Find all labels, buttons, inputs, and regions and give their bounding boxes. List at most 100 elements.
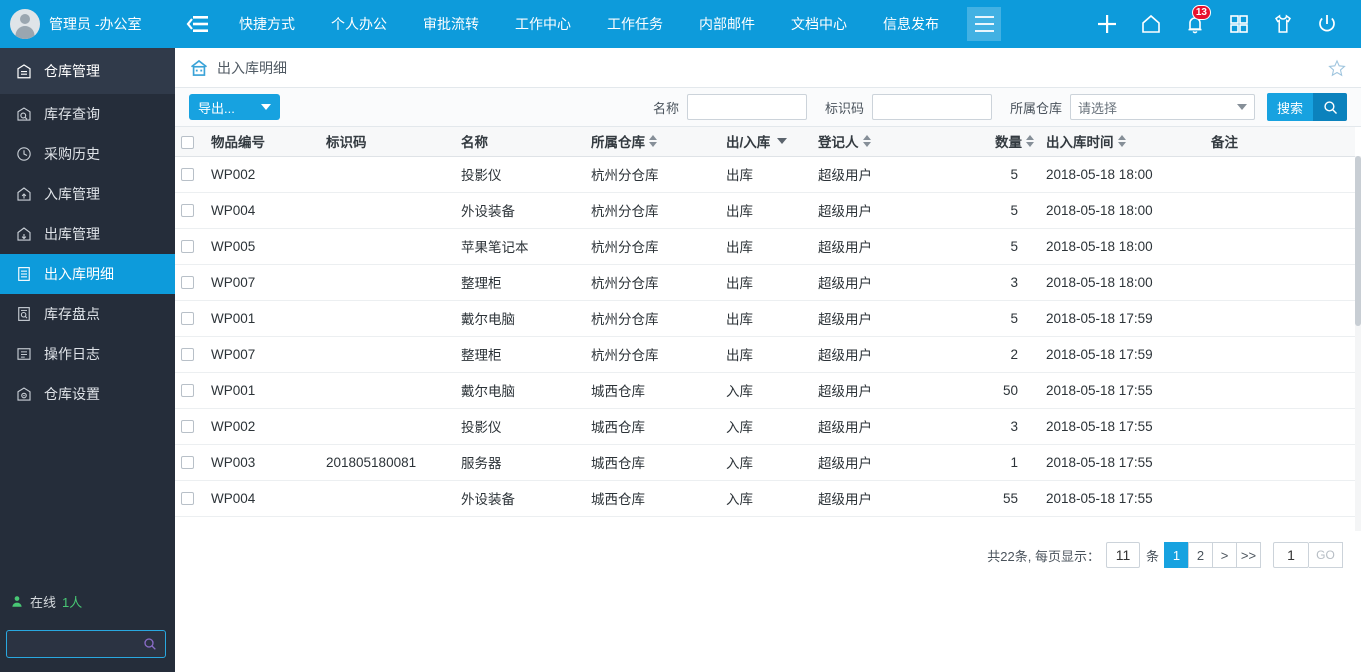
page-button-2[interactable]: 2 [1188,542,1213,568]
next-page-button[interactable]: > [1212,542,1237,568]
power-icon[interactable] [1307,0,1347,48]
sidebar-header[interactable]: 仓库管理 [0,48,175,94]
cell-io-time: 2018-05-18 18:00 [1040,192,1205,229]
sidebar-item-outbound[interactable]: 出库管理 [0,214,175,254]
nav-link-7[interactable]: 信息发布 [865,0,957,48]
name-filter-input[interactable] [686,94,807,120]
cell-name: 苹果笔记本 [455,228,585,265]
search-button[interactable]: 搜索 [1266,93,1347,121]
warehouse-filter-group: 所属仓库 请选择 [1010,94,1255,120]
export-button[interactable]: 导出... [189,94,280,120]
nav-link-1[interactable]: 个人办公 [313,0,405,48]
cell-io-time: 2018-05-18 17:55 [1040,408,1205,445]
sidebar-item-label: 入库管理 [44,186,100,202]
row-checkbox[interactable] [181,276,194,290]
th-registrant[interactable]: 登记人 [812,127,930,157]
th-io-type[interactable]: 出/入库 [720,127,812,157]
nav-link-6[interactable]: 文档中心 [773,0,865,48]
page-size-input[interactable] [1105,542,1140,568]
th-quantity[interactable]: 数量 [930,127,1040,157]
table-scrollbar[interactable] [1355,156,1361,531]
detail-list-icon [18,267,30,281]
top-nav-links: 快捷方式 个人办公 审批流转 工作中心 工作任务 内部邮件 文档中心 信息发布 [221,0,957,48]
sidebar-search-box[interactable] [6,630,166,658]
code-filter-input[interactable] [871,94,992,120]
cell-io-type: 入库 [720,408,812,445]
search-icon[interactable] [142,636,158,652]
sort-arrows-icon[interactable] [1026,135,1034,148]
cell-io-time: 2018-05-18 17:55 [1040,480,1205,517]
sidebar-item-purchase-history[interactable]: 采购历史 [0,134,175,174]
table-row[interactable]: WP001 戴尔电脑 杭州分仓库 出库 超级用户 5 2018-05-18 17… [175,300,1355,337]
star-outline-icon[interactable] [1327,58,1347,78]
row-checkbox[interactable] [181,240,194,254]
table-row[interactable]: WP002 投影仪 城西仓库 入库 超级用户 3 2018-05-18 17:5… [175,408,1355,445]
warehouse-select[interactable]: 请选择 [1069,94,1255,120]
row-checkbox[interactable] [181,168,194,182]
table-row[interactable]: WP007 整理柜 杭州分仓库 出库 超级用户 2 2018-05-18 17:… [175,336,1355,373]
sort-arrows-icon[interactable] [649,135,657,148]
cell-quantity: 3 [930,408,1040,445]
cell-item-no: WP002 [205,156,320,193]
user-block[interactable]: 管理员 -办公室 [0,0,175,48]
menu-collapse-icon[interactable] [175,0,221,48]
table-row[interactable]: WP005 苹果笔记本 杭州分仓库 出库 超级用户 5 2018-05-18 1… [175,228,1355,265]
nav-link-3[interactable]: 工作中心 [497,0,589,48]
cell-item-no: WP004 [205,480,320,517]
row-checkbox-cell [175,444,205,481]
row-checkbox-cell [175,192,205,229]
row-checkbox[interactable] [181,492,194,506]
cell-registrant: 超级用户 [812,228,930,265]
last-page-button[interactable]: >> [1236,542,1261,568]
table-row[interactable]: WP004 外设装备 城西仓库 入库 超级用户 55 2018-05-18 17… [175,480,1355,517]
sort-arrows-icon[interactable] [862,135,871,148]
row-checkbox[interactable] [181,204,194,218]
cell-io-time: 2018-05-18 17:55 [1040,444,1205,481]
nav-link-4[interactable]: 工作任务 [589,0,681,48]
grid-apps-icon[interactable] [1219,0,1259,48]
cell-registrant: 超级用户 [812,444,930,481]
chevron-down-icon[interactable] [777,138,788,145]
settings-warehouse-icon [17,387,31,401]
cell-io-type: 入库 [720,372,812,409]
table-row[interactable]: WP004 外设装备 杭州分仓库 出库 超级用户 5 2018-05-18 18… [175,192,1355,229]
nav-link-2[interactable]: 审批流转 [405,0,497,48]
log-icon [17,348,31,360]
bell-icon[interactable]: 13 [1175,0,1215,48]
sidebar-item-inventory-query[interactable]: 库存查询 [0,94,175,134]
nav-link-5[interactable]: 内部邮件 [681,0,773,48]
row-checkbox[interactable] [181,456,194,470]
home-icon[interactable] [1131,0,1171,48]
row-checkbox[interactable] [181,312,194,326]
select-all-checkbox[interactable] [181,135,194,149]
scrollbar-thumb[interactable] [1355,156,1361,326]
cell-note [1205,444,1355,481]
sidebar-item-operation-log[interactable]: 操作日志 [0,334,175,374]
sidebar-item-warehouse-settings[interactable]: 仓库设置 [0,374,175,414]
cell-quantity: 5 [930,228,1040,265]
row-checkbox[interactable] [181,348,194,362]
hamburger-icon[interactable] [967,7,1001,41]
table-row[interactable]: WP002 投影仪 杭州分仓库 出库 超级用户 5 2018-05-18 18:… [175,156,1355,193]
cell-code [320,408,455,445]
shirt-theme-icon[interactable] [1263,0,1303,48]
table-row[interactable]: WP001 戴尔电脑 城西仓库 入库 超级用户 50 2018-05-18 17… [175,372,1355,409]
inbound-icon [17,187,31,201]
sidebar-search-input[interactable] [7,631,137,657]
th-io-time[interactable]: 出入库时间 [1040,127,1205,157]
th-warehouse[interactable]: 所属仓库 [585,127,720,157]
sidebar-item-inbound[interactable]: 入库管理 [0,174,175,214]
row-checkbox[interactable] [181,384,194,398]
row-checkbox[interactable] [181,420,194,434]
name-filter-group: 名称 [653,94,807,120]
go-button[interactable]: GO [1309,542,1343,568]
table-row[interactable]: WP003 201805180081 服务器 城西仓库 入库 超级用户 1 20… [175,444,1355,481]
sort-arrows-icon[interactable] [1117,135,1126,148]
page-button-1[interactable]: 1 [1164,542,1189,568]
page-jump-input[interactable] [1273,542,1309,568]
sidebar-item-stocktake[interactable]: 库存盘点 [0,294,175,334]
plus-icon[interactable] [1087,0,1127,48]
nav-link-0[interactable]: 快捷方式 [221,0,313,48]
table-row[interactable]: WP007 整理柜 杭州分仓库 出库 超级用户 3 2018-05-18 18:… [175,264,1355,301]
sidebar-item-io-detail[interactable]: 出入库明细 [0,254,175,294]
